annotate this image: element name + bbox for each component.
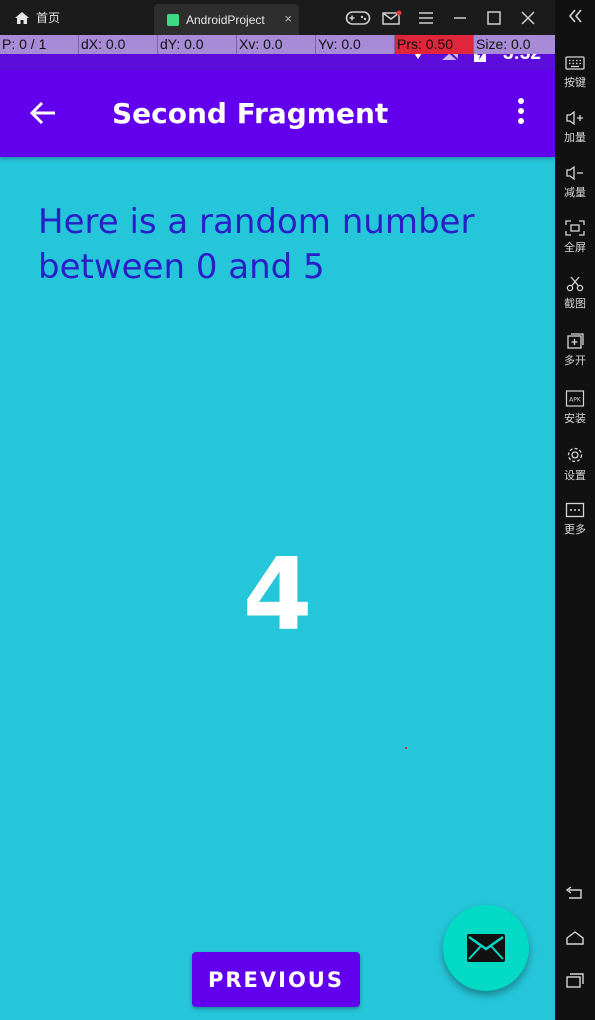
app-tab-label: AndroidProject <box>186 12 265 27</box>
pointer-location-overlay: P: 0 / 1 dX: 0.0 dY: 0.0 Xv: 0.0 Yv: 0.0… <box>0 35 555 54</box>
home-tab-label: 首页 <box>36 11 61 25</box>
sidebar-item-label: 更多 <box>564 524 586 536</box>
sidebar-item-label: 多开 <box>564 355 586 367</box>
gamepad-icon[interactable] <box>341 0 375 35</box>
sidebar-item-screenshot[interactable]: 截图 <box>555 276 595 311</box>
sidebar-item-label: 全屏 <box>564 242 586 254</box>
page-title: Second Fragment <box>112 97 389 130</box>
fullscreen-icon <box>565 220 585 236</box>
sidebar-item-settings[interactable]: 设置 <box>555 446 595 483</box>
back-nav-icon <box>565 886 582 899</box>
scissors-icon <box>566 276 584 292</box>
android-app-icon <box>167 13 179 26</box>
pointer-pressure: Prs: 0.50 <box>395 35 474 54</box>
svg-text:APK: APK <box>569 397 582 404</box>
apk-icon: APK <box>565 390 585 407</box>
sidebar-item-more[interactable]: 更多 <box>555 502 595 537</box>
collapse-sidebar-button[interactable] <box>555 8 595 27</box>
sidebar-item-volume-up[interactable]: 加量 <box>555 110 595 145</box>
emulator-titlebar: 首页 AndroidProject × <box>0 0 595 35</box>
sidebar-item-label: 安装 <box>564 413 586 425</box>
multi-instance-icon <box>567 333 584 349</box>
phone-screen: 3:32 P: 0 / 1 dX: 0.0 dY: 0.0 Xv: 0.0 Yv… <box>0 35 555 1020</box>
app-bar: Second Fragment <box>0 70 555 157</box>
sidebar-item-fullscreen[interactable]: 全屏 <box>555 220 595 255</box>
sidebar-item-label: 按键 <box>564 77 586 89</box>
random-number-headline: Here is a random number between 0 and 5 <box>38 202 475 287</box>
app-tab[interactable]: AndroidProject × <box>154 4 299 35</box>
sidebar-item-volume-down[interactable]: 减量 <box>555 165 595 200</box>
touch-point-marker <box>405 747 407 749</box>
sidebar-item-install[interactable]: APK 安装 <box>555 389 595 426</box>
sidebar-item-multi-instance[interactable]: 多开 <box>555 333 595 368</box>
close-window-icon[interactable] <box>511 0 545 35</box>
volume-down-icon <box>566 165 583 181</box>
pointer-xv: Xv: 0.0 <box>237 35 316 54</box>
more-icon <box>565 502 585 518</box>
back-arrow-icon[interactable] <box>28 98 58 128</box>
sidebar-item-label: 设置 <box>564 470 586 482</box>
maximize-icon[interactable] <box>477 0 511 35</box>
home-nav-icon <box>566 931 584 945</box>
android-recents-button[interactable] <box>555 973 595 992</box>
home-icon <box>15 11 29 24</box>
sidebar-item-label: 减量 <box>564 187 586 199</box>
random-number-value: 4 <box>242 536 313 653</box>
pointer-size: Size: 0.0 <box>476 36 531 52</box>
volume-up-icon <box>566 110 583 126</box>
recents-nav-icon <box>566 973 584 988</box>
previous-button[interactable]: PREVIOUS <box>192 952 360 1007</box>
android-home-button[interactable] <box>555 930 595 949</box>
android-back-button[interactable] <box>555 886 595 905</box>
sidebar-item-label: 加量 <box>564 132 586 144</box>
window-controls <box>341 0 545 35</box>
mail-notification-icon[interactable] <box>375 0 409 35</box>
keyboard-icon <box>565 56 585 70</box>
email-fab[interactable] <box>443 905 529 991</box>
mail-icon <box>467 934 505 962</box>
pointer-dy: dY: 0.0 <box>158 35 237 54</box>
double-chevron-left-icon <box>568 9 582 23</box>
pointer-count: P: 0 / 1 <box>0 35 79 54</box>
close-tab-icon[interactable]: × <box>284 11 292 26</box>
emulator-sidebar: 按键 加量 减量 全屏 截图 多开 APK 安装 设置 更多 <box>555 0 595 1020</box>
pointer-yv: Yv: 0.0 <box>316 35 395 54</box>
sidebar-item-label: 截图 <box>564 298 586 310</box>
sidebar-item-keys[interactable]: 按键 <box>555 55 595 90</box>
overflow-menu-icon[interactable] <box>515 98 527 128</box>
menu-icon[interactable] <box>409 0 443 35</box>
gear-icon <box>567 447 583 463</box>
home-tab[interactable]: 首页 <box>14 0 60 35</box>
pointer-dx: dX: 0.0 <box>79 35 158 54</box>
minimize-icon[interactable] <box>443 0 477 35</box>
